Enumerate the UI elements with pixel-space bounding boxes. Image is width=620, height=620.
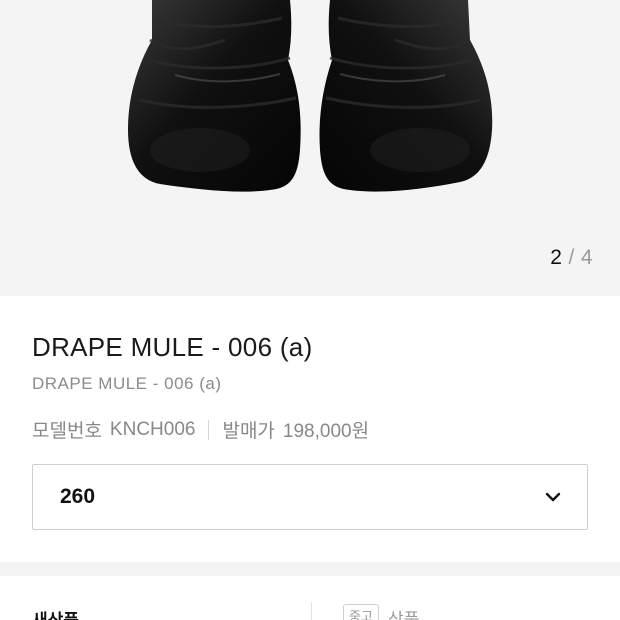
product-subtitle: DRAPE MULE - 006 (a) bbox=[32, 374, 222, 393]
model-number-label: 모델번호 bbox=[32, 421, 102, 442]
product-image-shoes bbox=[128, 0, 493, 192]
image-counter: 2/4 bbox=[550, 246, 593, 270]
condition-tabs: 새상품 중고 상품 bbox=[0, 576, 620, 620]
size-select-value: 260 bbox=[60, 485, 96, 508]
condition-used-tab[interactable]: 상품 bbox=[388, 605, 419, 620]
used-badge: 중고 bbox=[343, 604, 379, 620]
model-number-value: KNCH006 bbox=[109, 418, 196, 440]
release-price-label: 발매가 bbox=[222, 421, 275, 442]
meta-divider bbox=[208, 419, 210, 440]
product-title: DRAPE MULE - 006 (a) bbox=[32, 332, 313, 362]
release-price-value: 198,000원 bbox=[282, 421, 370, 442]
product-meta: 모델번호 KNCH006 발매가 198,000원 bbox=[32, 416, 369, 443]
size-select[interactable]: 260 bbox=[32, 464, 588, 530]
condition-divider bbox=[311, 602, 312, 620]
image-counter-total: 4 bbox=[580, 246, 593, 269]
product-info: DRAPE MULE - 006 (a) DRAPE MULE - 006 (a… bbox=[0, 296, 620, 562]
image-counter-separator: / bbox=[568, 246, 575, 269]
image-counter-current: 2 bbox=[550, 246, 563, 269]
chevron-down-icon bbox=[545, 492, 561, 502]
section-divider bbox=[0, 562, 620, 576]
condition-new-tab[interactable]: 새상품 bbox=[32, 606, 79, 620]
product-image-gallery[interactable]: 2/4 bbox=[0, 0, 620, 296]
